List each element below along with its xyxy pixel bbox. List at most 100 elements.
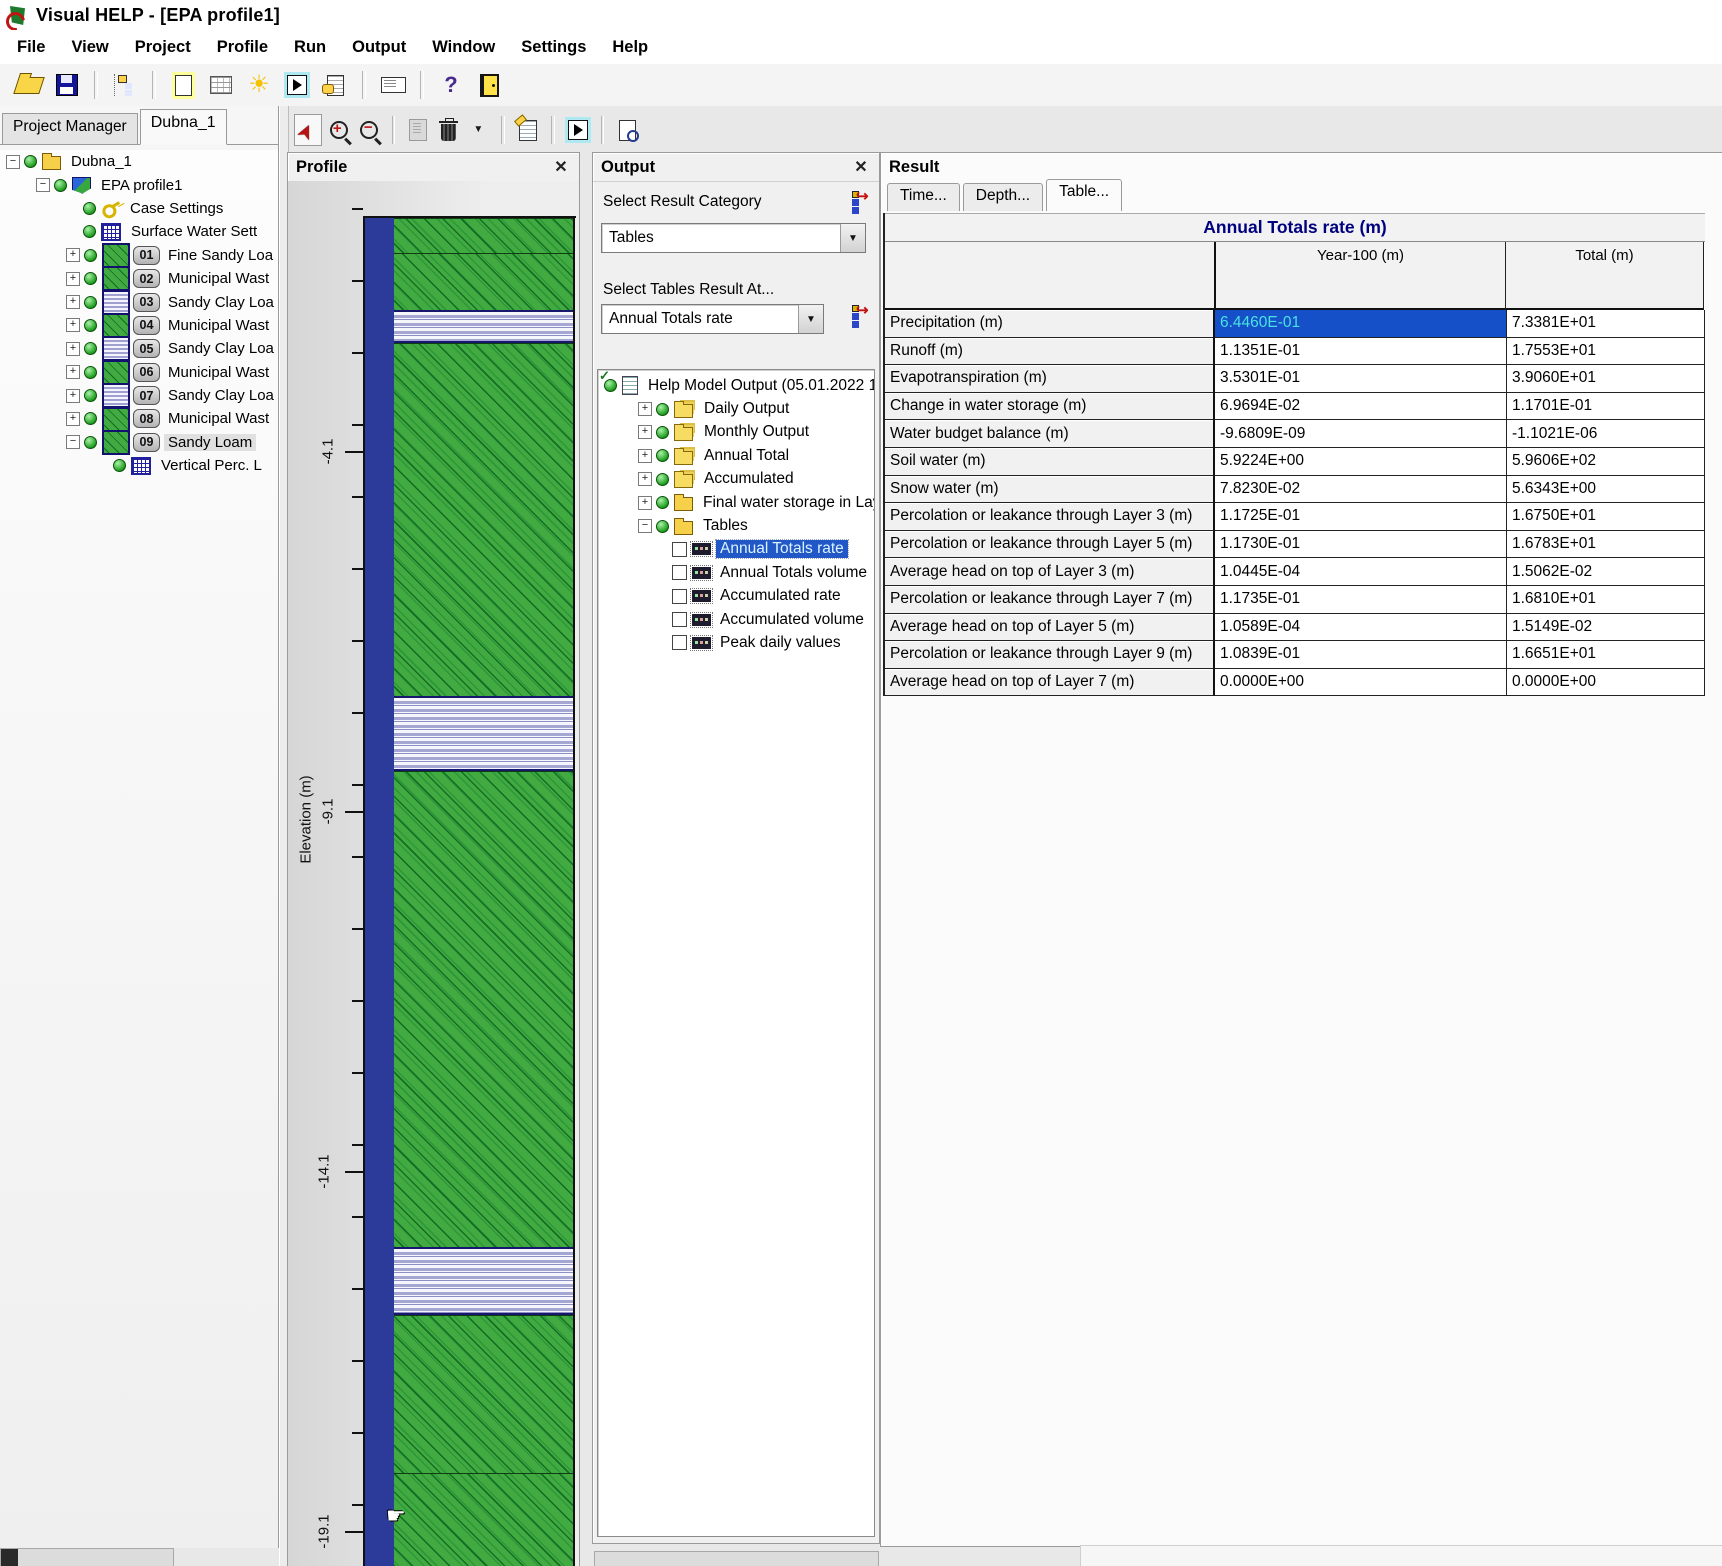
menu-profile[interactable]: Profile [204,38,281,57]
expand-icon[interactable]: + [66,318,80,332]
mail-button[interactable] [376,69,410,101]
value-cell[interactable]: 0.0000E+00 [1215,669,1507,697]
tree-item[interactable]: −EPA profile1 [0,173,278,196]
collapse-icon[interactable]: − [66,435,80,449]
tree-item[interactable]: +05Sandy Clay Loa [0,337,278,360]
chevron-down-icon[interactable]: ▼ [798,305,823,333]
value-cell[interactable]: 5.9224E+00 [1215,448,1507,476]
menu-help[interactable]: Help [599,38,661,57]
help-button[interactable] [434,69,468,101]
dropdown-button[interactable] [465,115,491,145]
expand-icon[interactable]: + [66,272,80,286]
tree-item[interactable]: Annual Totals volume [598,561,874,584]
category-tree-icon[interactable] [851,189,865,213]
value-cell[interactable]: 1.1730E-01 [1215,531,1507,559]
expand-icon[interactable]: + [638,472,652,486]
expand-icon[interactable]: + [66,295,80,309]
tree-item[interactable]: Accumulated rate [598,585,874,608]
expand-icon[interactable]: + [66,248,80,262]
tree-item[interactable]: +08Municipal Wast [0,407,278,430]
chevron-down-icon[interactable]: ▼ [840,224,865,252]
clipboard-button[interactable] [405,115,431,145]
soil-column[interactable] [363,216,576,1566]
project-horizontal-scrollbar[interactable] [0,1548,174,1566]
value-cell[interactable]: 1.5149E-02 [1507,614,1705,642]
value-cell[interactable]: 3.9060E+01 [1507,365,1705,393]
menu-output[interactable]: Output [339,38,419,57]
value-cell[interactable]: 6.9694E-02 [1215,393,1507,421]
value-cell[interactable]: 1.0839E-01 [1215,641,1507,669]
expand-icon[interactable]: + [66,365,80,379]
unchecked-checkbox[interactable] [672,589,687,604]
tree-item[interactable]: Annual Totals rate [598,538,874,561]
tree-item[interactable]: +04Municipal Wast [0,314,278,337]
menu-file[interactable]: File [4,38,58,57]
tree-item[interactable]: Accumulated volume [598,608,874,631]
tab-dubna-1[interactable]: Dubna_1 [140,109,227,145]
tree-item[interactable]: −09Sandy Loam [0,431,278,454]
tables-result-dropdown[interactable]: Annual Totals rate ▼ [601,304,824,334]
value-cell[interactable]: 5.6343E+00 [1507,476,1705,504]
new-document-button[interactable] [166,69,200,101]
open-folder-button[interactable] [12,69,46,101]
value-cell[interactable]: -9.6809E-09 [1215,420,1507,448]
tree-item[interactable]: +Annual Total [598,444,874,467]
value-cell[interactable]: 1.6810E+01 [1507,586,1705,614]
menu-window[interactable]: Window [419,38,508,57]
tree-item[interactable]: −Dubna_1 [0,150,278,173]
tree-item[interactable]: +Daily Output [598,397,874,420]
report-button[interactable] [318,69,352,101]
value-cell[interactable]: 1.1735E-01 [1215,586,1507,614]
tree-item[interactable]: Help Model Output (05.01.2022 18:01 [598,374,874,397]
result-horizontal-scrollbar[interactable] [1080,1545,1722,1566]
value-cell[interactable]: 1.6783E+01 [1507,531,1705,559]
tree-item[interactable]: Vertical Perc. L [0,454,278,477]
tab-table[interactable]: Table... [1046,179,1122,211]
value-cell[interactable]: -1.1021E-06 [1507,420,1705,448]
value-cell[interactable]: 1.6750E+01 [1507,503,1705,531]
tree-item[interactable]: +06Municipal Wast [0,361,278,384]
unchecked-checkbox[interactable] [672,635,687,650]
save-button[interactable] [50,69,84,101]
tables-tree-icon[interactable] [851,303,865,327]
exit-button[interactable] [472,69,506,101]
tree-item[interactable]: +01Fine Sandy Loa [0,244,278,267]
run-button[interactable] [280,69,314,101]
close-icon[interactable]: ✕ [551,157,571,177]
tree-item[interactable]: Peak daily values [598,631,874,654]
value-cell[interactable]: 0.0000E+00 [1507,669,1705,697]
expand-icon[interactable]: + [66,342,80,356]
tree-item[interactable]: +Final water storage in Layers [598,491,874,514]
project-tree-button[interactable] [108,69,142,101]
tab-depth[interactable]: Depth... [963,183,1043,211]
tree-item[interactable]: +07Sandy Clay Loa [0,384,278,407]
tree-item[interactable]: Surface Water Sett [0,220,278,243]
expand-icon[interactable]: + [638,449,652,463]
select-cursor-button[interactable] [294,114,322,146]
tree-item[interactable]: +02Municipal Wast [0,267,278,290]
value-cell[interactable]: 1.0445E-04 [1215,558,1507,586]
edit-profile-button[interactable] [515,115,541,145]
menu-view[interactable]: View [58,38,121,57]
preview-button[interactable] [614,115,640,145]
value-cell[interactable]: 1.5062E-02 [1507,558,1705,586]
collapse-icon[interactable]: − [638,519,652,533]
unchecked-checkbox[interactable] [672,565,687,580]
value-cell[interactable]: 1.1701E-01 [1507,393,1705,421]
value-cell[interactable]: 6.4460E-01 [1215,310,1507,338]
unchecked-checkbox[interactable] [672,612,687,627]
expand-icon[interactable]: + [638,496,652,510]
tab-project-manager[interactable]: Project Manager [2,113,138,144]
tab-time[interactable]: Time... [887,183,960,211]
expand-icon[interactable]: + [638,425,652,439]
delete-button[interactable] [435,115,461,145]
value-cell[interactable]: 5.9606E+02 [1507,448,1705,476]
value-cell[interactable]: 3.5301E-01 [1215,365,1507,393]
expand-icon[interactable]: + [66,412,80,426]
zoom-in-button[interactable] [326,115,352,145]
value-cell[interactable]: 1.1725E-01 [1215,503,1507,531]
tree-item[interactable]: −Tables [598,514,874,537]
tree-item[interactable]: +Accumulated [598,468,874,491]
menu-settings[interactable]: Settings [508,38,599,57]
run-button[interactable] [565,115,591,145]
